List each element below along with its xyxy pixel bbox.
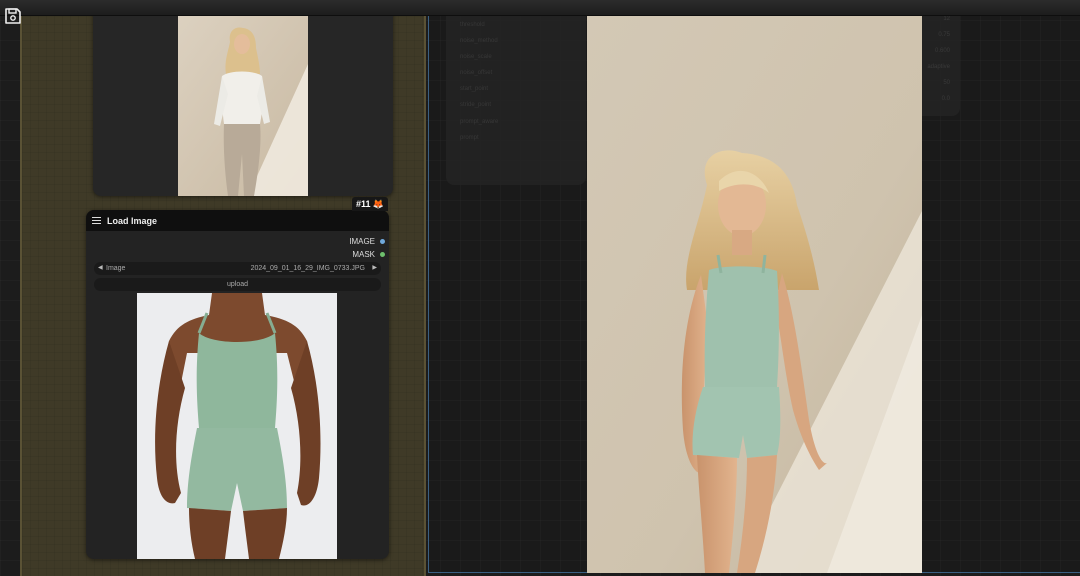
preview-image-node[interactable]	[93, 0, 393, 196]
output-image[interactable]: IMAGE	[349, 237, 385, 246]
viewer-image	[587, 15, 922, 573]
output-label: MASK	[352, 250, 375, 259]
node-title: Load Image	[107, 215, 158, 226]
menu-icon[interactable]	[92, 217, 101, 224]
node-id-badge: #11 🦊	[352, 197, 388, 211]
widget-label: Image	[106, 265, 126, 272]
top-bar	[0, 0, 1080, 16]
output-mask[interactable]: MASK	[352, 250, 385, 259]
node-id: #11	[356, 199, 371, 209]
output-label: IMAGE	[349, 237, 375, 246]
arrow-left-icon[interactable]: ◀	[98, 262, 103, 275]
upload-label: upload	[226, 281, 249, 288]
floppy-disk-icon[interactable]	[4, 7, 22, 25]
widget-value: 2024_09_01_16_29_IMG_0733.JPG	[250, 265, 365, 272]
output-socket-mask[interactable]	[380, 252, 385, 257]
load-image-node[interactable]: Load Image IMAGE MASK ◀ Image 2024_09_01…	[86, 210, 389, 559]
loaded-image-preview	[137, 293, 337, 559]
fox-icon: 🦊	[372, 199, 384, 209]
node-title-bar[interactable]: Load Image	[86, 210, 389, 231]
upload-button[interactable]: upload	[94, 278, 381, 291]
image-combo-widget[interactable]: ◀ Image 2024_09_01_16_29_IMG_0733.JPG ▶	[94, 262, 381, 275]
arrow-right-icon[interactable]: ▶	[372, 262, 377, 275]
output-socket-image[interactable]	[380, 239, 385, 244]
preview-thumbnail	[178, 14, 308, 196]
